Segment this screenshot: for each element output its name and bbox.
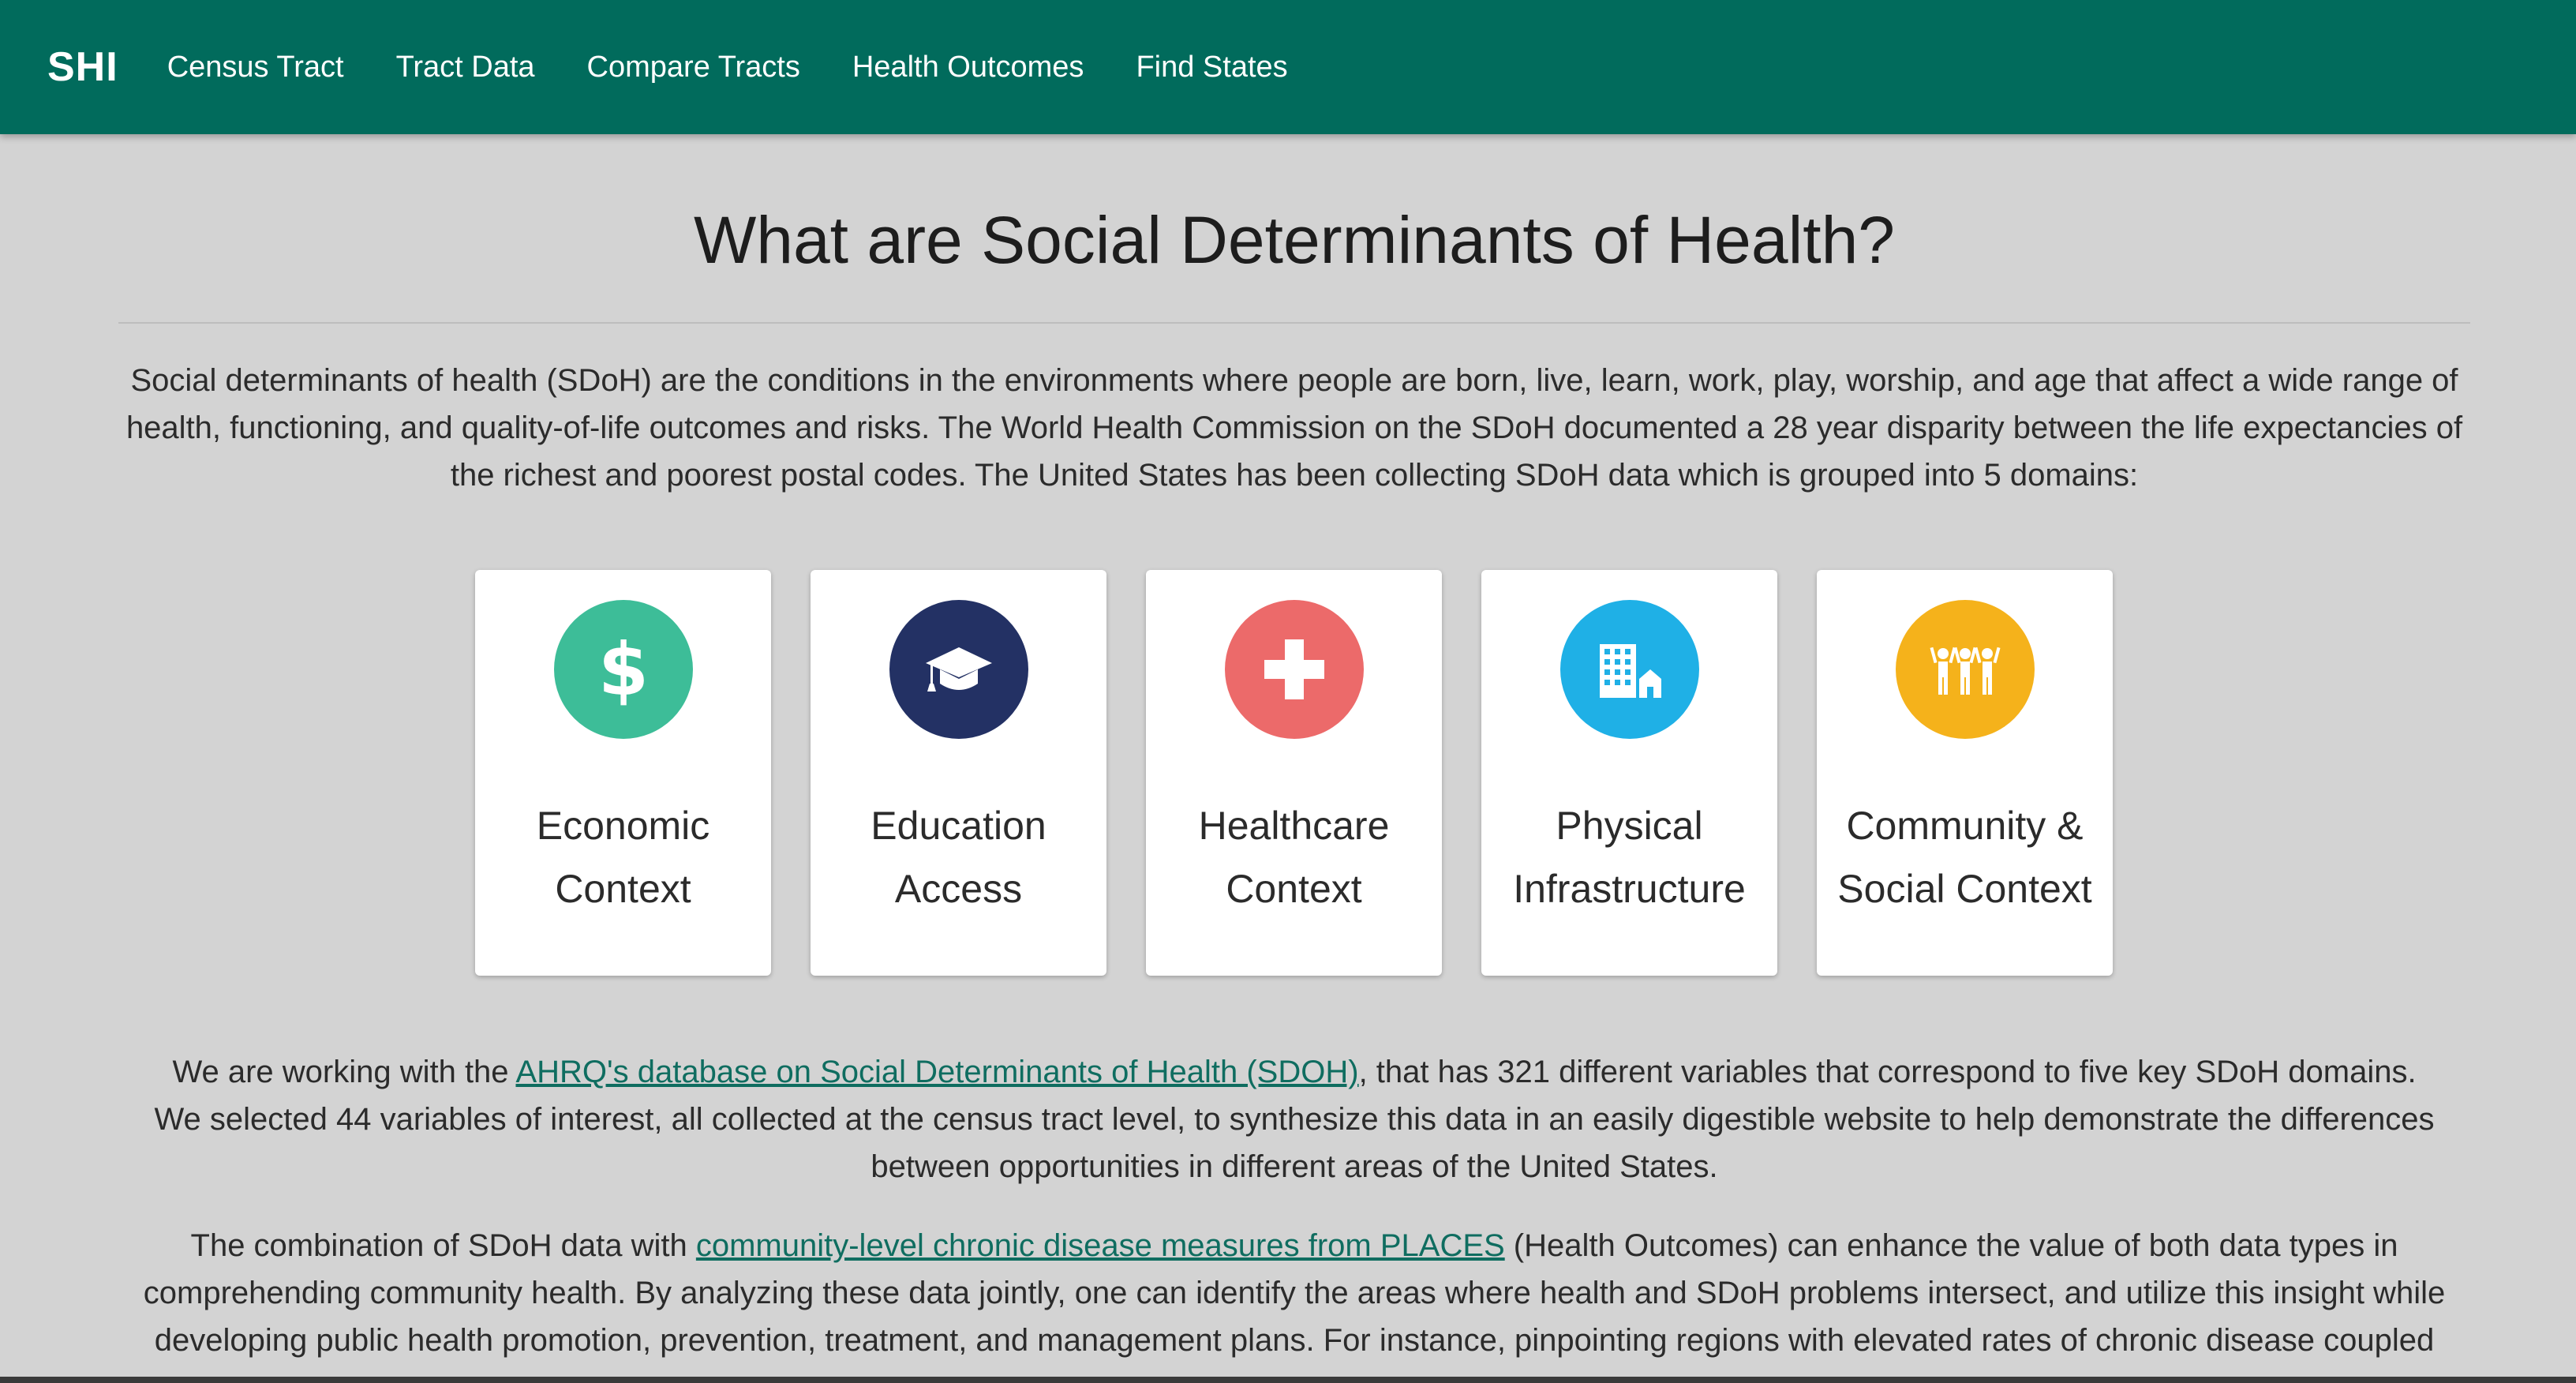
nav-link-tract-data[interactable]: Tract Data	[396, 51, 535, 84]
description-block: We are working with the AHRQ's database …	[118, 1048, 2470, 1364]
places-measures-link[interactable]: community-level chronic disease measures…	[696, 1228, 1505, 1263]
domain-label-line1: Healthcare	[1198, 804, 1390, 849]
domain-card-education[interactable]: Education Access	[811, 570, 1106, 976]
domain-label-line2: Access	[894, 867, 1023, 912]
brand-logo-link[interactable]: SHI	[47, 43, 118, 91]
domain-label-line1: Economic	[536, 804, 710, 849]
dollar-icon: $	[553, 600, 693, 740]
domain-label-line1: Community &	[1846, 804, 2084, 849]
domain-label: Economic Context	[475, 794, 771, 920]
domain-card-healthcare[interactable]: Healthcare Context	[1146, 570, 1442, 976]
top-navbar: SHI Census Tract Tract Data Compare Trac…	[0, 0, 2576, 134]
domain-label: Education Access	[811, 794, 1106, 920]
window-bottom-edge	[0, 1377, 2576, 1383]
page-title: What are Social Determinants of Health?	[693, 203, 1896, 277]
title-divider	[118, 322, 2470, 324]
domain-label-line2: Context	[555, 867, 691, 912]
domain-label: Physical Infrastructure	[1481, 794, 1777, 920]
domain-card-physical-infrastructure[interactable]: Physical Infrastructure	[1481, 570, 1777, 976]
domain-label-line1: Education	[871, 804, 1046, 849]
ahrq-database-link[interactable]: AHRQ's database on Social Determinants o…	[515, 1055, 1358, 1089]
domain-cards: $ Economic Context Education Access Heal…	[475, 570, 2470, 976]
nav-link-health-outcomes[interactable]: Health Outcomes	[852, 51, 1084, 84]
domain-label: Healthcare Context	[1146, 794, 1442, 920]
ahrq-paragraph: We are working with the AHRQ's database …	[118, 1048, 2470, 1190]
ahrq-text-before: We are working with the	[172, 1055, 516, 1090]
svg-text:$: $	[597, 630, 648, 709]
nav-link-census-tract[interactable]: Census Tract	[167, 51, 344, 84]
intro-paragraph: Social determinants of health (SDoH) are…	[125, 363, 2463, 493]
domain-label: Community & Social Context	[1817, 794, 2113, 920]
places-paragraph: The combination of SDoH data with commun…	[118, 1222, 2470, 1364]
community-people-icon	[1895, 600, 2035, 740]
nav-link-find-states[interactable]: Find States	[1136, 51, 1287, 84]
main-content: What are Social Determinants of Health? …	[118, 134, 2470, 1364]
medical-cross-icon	[1224, 600, 1364, 740]
nav-link-compare-tracts[interactable]: Compare Tracts	[587, 51, 800, 84]
buildings-icon	[1559, 600, 1699, 740]
domain-card-community-social[interactable]: Community & Social Context	[1817, 570, 2113, 976]
graduation-cap-icon	[889, 600, 1028, 740]
places-text-before: The combination of SDoH data with	[190, 1228, 696, 1264]
domain-card-economic[interactable]: $ Economic Context	[475, 570, 771, 976]
domain-label-line2: Social Context	[1837, 867, 2092, 912]
domain-label-line2: Infrastructure	[1513, 867, 1746, 912]
domain-label-line2: Context	[1226, 867, 1362, 912]
domain-label-line1: Physical	[1556, 804, 1703, 849]
